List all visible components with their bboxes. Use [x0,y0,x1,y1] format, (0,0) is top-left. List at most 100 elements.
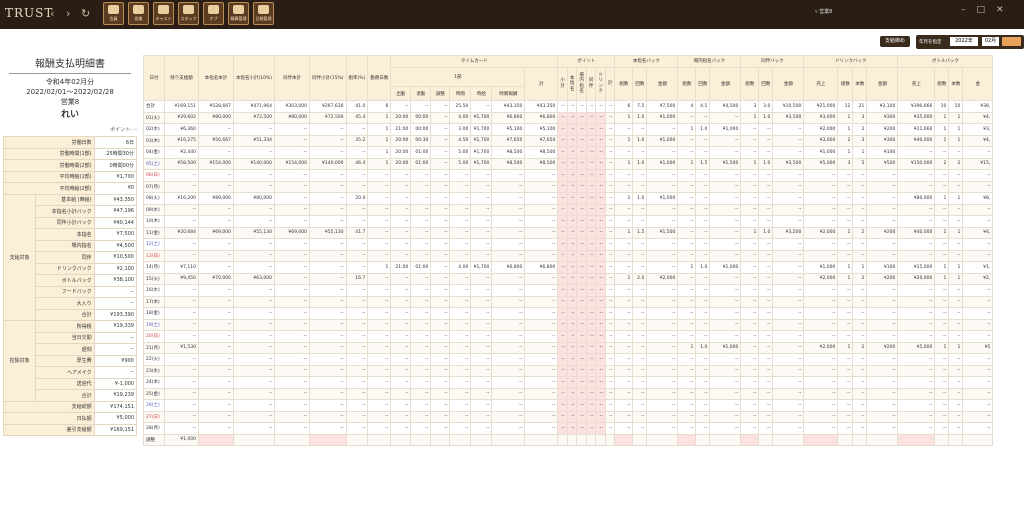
table-row[interactable]: 28(月) -- -- -- -- -- -- -- -- -- -- -- -- -- -- -- -- -- -… [143,422,994,435]
toolbar-settlement-button[interactable]: 精算管理 [228,2,249,25]
table-row[interactable]: 18(金) -- -- -- -- -- -- -- -- -- -- -- -- -- -- -- -- -- -… [143,307,994,320]
table-row[interactable]: 12(土) -- -- -- -- -- -- -- -- -- -- -- -- -- -- -- -- -- -… [143,238,994,251]
table-row[interactable]: 11(金) ¥20,684 ¥69,000 ¥55,130 ¥69,000 ¥55,130… [143,226,994,239]
table-cell: ¥38, [962,100,994,113]
table-row[interactable]: 23(水) -- -- -- -- -- -- -- -- -- -- -- -- -- -- -- -- -- -… [143,364,994,377]
table-row[interactable]: 17(木) -- -- -- -- -- -- -- -- -- -- -- -- -- -- -- -- -- -… [143,295,994,308]
table-cell: 21 [852,100,868,113]
table-cell: -- [557,215,568,228]
table-cell: -- [934,180,950,193]
summary-value: -- [93,285,138,298]
year-select[interactable]: 2022年 [950,37,978,46]
close-icon[interactable]: ✕ [996,5,1004,15]
table-cell: -- [164,387,199,400]
table-cell: ¥72,500 [232,111,276,124]
table-cell: -- [585,399,597,412]
table-row[interactable]: 24(木) -- -- -- -- -- -- -- -- -- -- -- -- -- -- -- -- -- -… [143,376,994,389]
table-row[interactable]: 10(木) -- -- -- -- -- -- -- -- -- -- -- -- -- -- -- -- -- -… [143,215,994,228]
month-select[interactable]: 02月 [982,37,999,46]
table-row[interactable]: 15(火) ¥9,450 ¥70,000 ¥63,000 -- -- 16.7 -- -- -- -… [143,272,994,285]
table-row[interactable]: 06(日) -- -- -- -- -- -- -- -- -- -- -- -- -- -- -- -- -- -… [143,169,994,182]
column-header: 回数 [632,66,648,101]
table-cell: ¥43,350 [524,100,559,113]
table-cell [646,433,679,446]
table-row[interactable]: 03(木) ¥16,275 ¥56,667 ¥51,334 -- -- 35.2 1 20:00… [143,134,994,147]
table-cell: 1 [367,146,392,159]
summary-row: 労働時間(2部) 0時間00分 [3,159,138,172]
table-cell: ¥1,500 [646,226,679,239]
table-row[interactable]: 14(月) ¥7,110 -- -- -- -- -- 1 21:00 01:00 -- 4.00 ¥1… [143,261,994,274]
table-row[interactable]: 27(日) -- -- -- -- -- -- -- -- -- -- -- -- -- -- -- -- -- -… [143,410,994,423]
table-cell: -- [709,238,742,251]
user-menu[interactable]: ▿ 営業8 [815,8,832,15]
table-row[interactable]: 07(月) -- -- -- -- -- -- -- -- -- -- -- -- -- -- -- -- -- -… [143,180,994,193]
table-cell: -- [962,422,994,435]
table-cell [576,433,587,446]
table-cell: -- [410,272,432,285]
table-cell: -- [557,261,568,274]
table-cell: -- [614,353,634,366]
table-cell: -- [962,364,994,377]
table-row[interactable]: 04(金) ¥2,440 -- -- -- -- -- 1 20:00 01:00 -- 5.00 ¥1… [143,146,994,159]
table-cell: -- [557,226,568,239]
table-cell: 2 [852,272,868,285]
table-cell: -- [585,295,597,308]
table-row[interactable]: 26(土) -- -- -- -- -- -- -- -- -- -- -- -- -- -- -- -- -- -… [143,399,994,412]
table-row[interactable]: 19(土) -- -- -- -- -- -- -- -- -- -- -- -- -- -- -- -- -- -… [143,318,994,331]
table-cell: -- [274,169,311,182]
table-cell: -- [709,330,742,343]
table-cell: -- [576,203,587,216]
maximize-icon[interactable]: □ [977,5,986,15]
table-cell: -- [772,399,805,412]
table-row[interactable]: 22(火) -- -- -- -- -- -- -- -- -- -- -- -- -- -- -- -- -- -… [143,353,994,366]
table-row[interactable]: 21(月) ¥1,530 -- -- -- -- -- -- -- -- -- -- -- -- -- -- -… [143,341,994,354]
table-row[interactable]: 01(火) ¥29,602 ¥80,000 ¥72,500 ¥80,000 ¥72,500… [143,111,994,124]
summary-label: 労働時間(2部) [3,159,95,172]
toolbar-staff-list-button[interactable]: 従業 [128,2,149,25]
table-cell: -- [758,295,774,308]
table-cell: -- [576,295,587,308]
summary-value: 0時間00分 [93,159,138,172]
table-cell: -- [232,169,276,182]
table-row[interactable]: 02(水) ¥6,360 -- -- -- -- -- 1 21:00 00:00 -- 3.00 ¥1… [143,123,994,136]
table-row[interactable]: 13(日) -- -- -- -- -- -- -- -- -- -- -- -- -- -- -- -- -- -… [143,249,994,262]
reload-icon[interactable]: ↻ [81,7,90,20]
forward-icon[interactable]: › [66,7,70,20]
table-cell: ¥55,130 [309,226,347,239]
table-row[interactable]: 05(土) ¥58,500 ¥154,000 ¥140,000 ¥154,000 ¥140… [143,157,994,170]
table-row[interactable]: 20(日) -- -- -- -- -- -- -- -- -- -- -- -- -- -- -- -- -- -… [143,330,994,343]
toolbar-daily-report-button[interactable]: 日報管理 [253,2,274,25]
table-cell: -- [274,330,311,343]
table-cell: ¥200 [866,272,899,285]
table-cell: -- [430,226,451,239]
table-cell: -- [852,330,868,343]
table-cell: -- [576,111,587,124]
table-row[interactable]: 09(水) -- -- -- -- -- -- -- -- -- -- -- -- -- -- -- -- -- -… [143,203,994,216]
table-cell: 10 [948,100,964,113]
table-cell: -- [803,364,839,377]
table-cell: -- [852,318,868,331]
search-button[interactable] [1002,37,1021,46]
table-cell: -- [274,376,311,389]
table-cell: -- [740,376,760,389]
close-payroll-button[interactable]: 支給締め [880,36,910,47]
table-cell: -- [934,215,950,228]
table-row[interactable]: 16(水) -- -- -- -- -- -- -- -- -- -- -- -- -- -- -- -- -- -… [143,284,994,297]
toolbar-cast-button[interactable]: キャスト [153,2,174,25]
toolbar-staff-button[interactable]: スタッフ [178,2,199,25]
table-cell: -- [772,387,805,400]
toolbar-member-button[interactable]: 会員 [103,2,124,25]
table-cell: -- [491,376,526,389]
back-icon[interactable]: ‹ [50,7,54,20]
toolbar-option-button[interactable]: オプ [203,2,224,25]
table-cell: ¥200 [866,123,899,136]
table-cell: -- [772,180,805,193]
table-row[interactable]: 25(金) -- -- -- -- -- -- -- -- -- -- -- -- -- -- -- -- -- -… [143,387,994,400]
table-cell: ¥80,000 [198,111,234,124]
table-cell: -- [866,410,899,423]
table-row[interactable]: 合計 ¥169,151 ¥528,667 ¥471,964 ¥303,000 ¥267,6… [143,100,994,113]
table-cell: -- [803,318,839,331]
table-row[interactable]: 08(火) ¥16,200 ¥89,000 ¥80,000 -- -- 20.0 -- -- --… [143,192,994,205]
minimize-icon[interactable]: – [961,5,966,15]
table-row[interactable]: 調整 ¥1,000 [143,433,994,446]
